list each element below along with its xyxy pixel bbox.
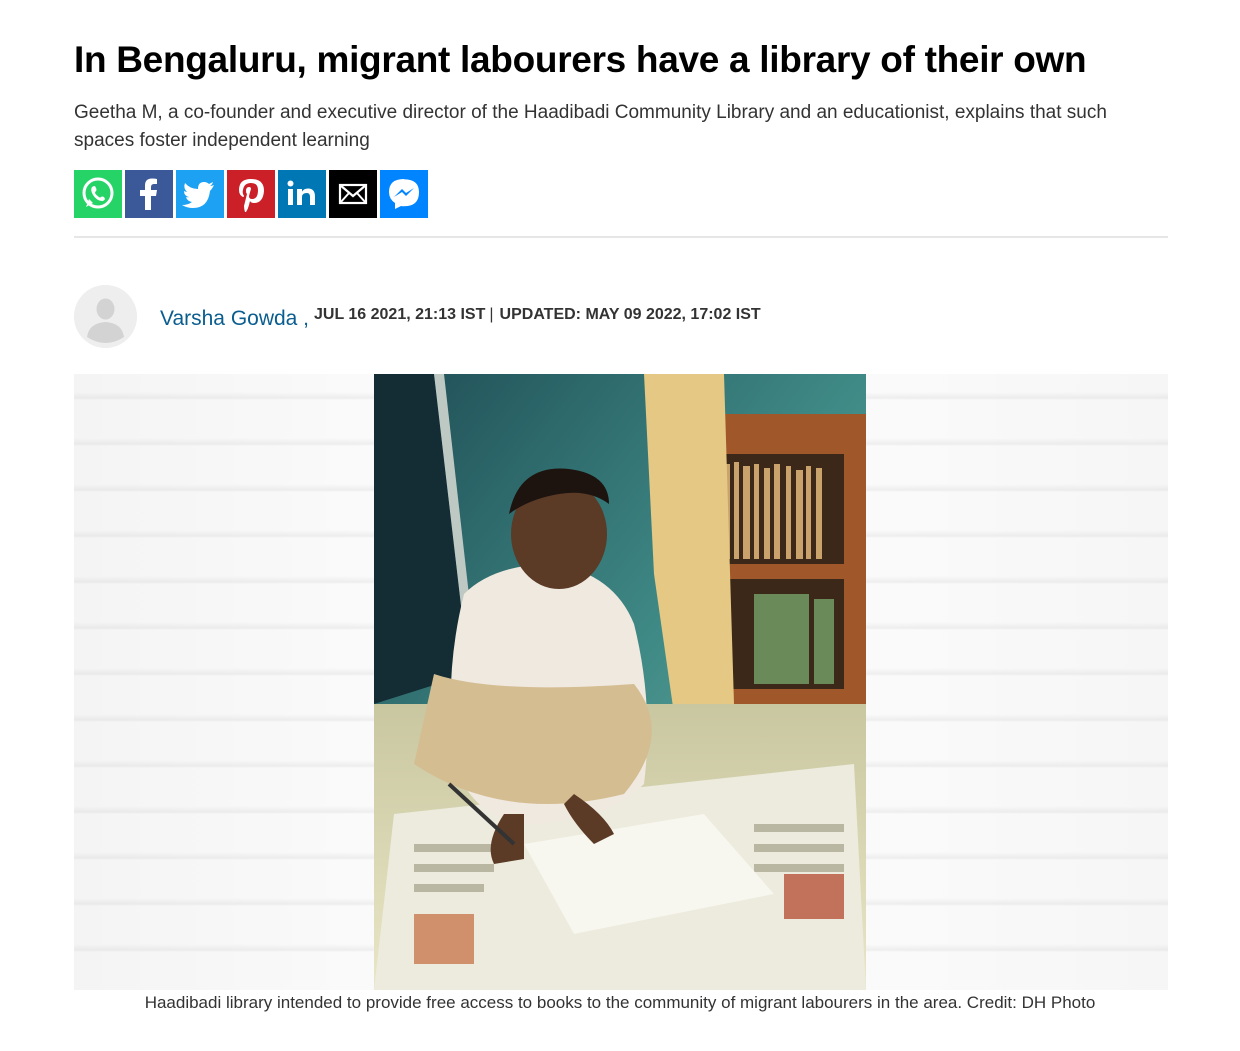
share-facebook-button[interactable] — [125, 170, 173, 218]
article-photo — [374, 374, 866, 990]
pinterest-icon — [239, 179, 264, 212]
share-messenger-button[interactable] — [380, 170, 428, 218]
updated-date: UPDATED: MAY 09 2022, 17:02 IST — [499, 306, 761, 323]
share-pinterest-button[interactable] — [227, 170, 275, 218]
share-email-button[interactable] — [329, 170, 377, 218]
publish-dates: JUL 16 2021, 21:13 IST | UPDATED: MAY 09 2… — [314, 306, 761, 324]
date-separator: | — [489, 306, 494, 323]
user-placeholder-icon — [74, 285, 137, 348]
article-headline: In Bengaluru, migrant labourers have a l… — [74, 39, 1087, 80]
messenger-icon — [389, 179, 419, 209]
share-bar — [74, 170, 428, 218]
author-avatar — [74, 285, 137, 348]
email-icon — [338, 183, 368, 205]
twitter-icon — [182, 182, 214, 208]
share-whatsapp-button[interactable] — [74, 170, 122, 218]
share-twitter-button[interactable] — [176, 170, 224, 218]
published-date: JUL 16 2021, 21:13 IST — [314, 306, 486, 323]
share-linkedin-button[interactable] — [278, 170, 326, 218]
article-image-container — [74, 374, 1168, 990]
linkedin-icon — [287, 180, 315, 205]
header-divider — [74, 236, 1168, 238]
whatsapp-icon — [82, 177, 114, 209]
author-name-link[interactable]: Varsha Gowda , — [160, 307, 309, 331]
article-subhead: Geetha M, a co-founder and executive dir… — [74, 102, 1107, 151]
facebook-icon — [140, 178, 157, 210]
boy-reading-photo — [374, 374, 866, 990]
image-caption: Haadibadi library intended to provide fr… — [144, 993, 1096, 1012]
byline: Varsha Gowda , JUL 16 2021, 21:13 IST | UP… — [74, 285, 1168, 349]
